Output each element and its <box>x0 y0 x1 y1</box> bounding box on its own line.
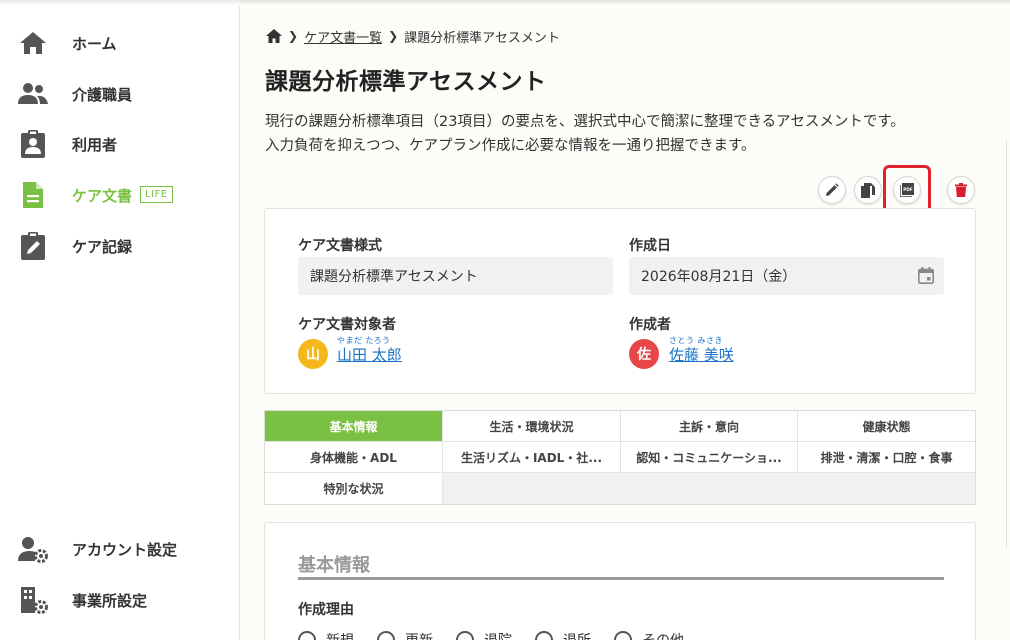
author-ruby: さとう みさき <box>669 336 724 345</box>
main-content: ❯ ケア文書一覧 ❯ 課題分析標準アセスメント 課題分析標準アセスメント 現行の… <box>240 0 1010 640</box>
chevron-right-icon: ❯ <box>288 29 299 43</box>
sidebar-item-label: 介護職員 <box>72 85 133 104</box>
clipboard-user-icon <box>18 130 48 158</box>
tab-special-situation[interactable]: 特別な状況 <box>265 473 443 504</box>
sidebar-item-account-settings[interactable]: アカウント設定 <box>0 527 240 571</box>
radio-new[interactable]: 新規 <box>298 630 354 640</box>
section-divider <box>298 577 944 580</box>
copy-icon <box>861 182 875 198</box>
tab-cognition-communication[interactable]: 認知・コミュニケーショ... <box>621 442 798 473</box>
breadcrumb: ❯ ケア文書一覧 ❯ 課題分析標準アセスメント <box>266 26 560 46</box>
calendar-icon <box>918 267 934 284</box>
radio-circle[interactable] <box>614 631 632 640</box>
tab-health[interactable]: 健康状態 <box>798 411 975 442</box>
radio-label: 退院 <box>484 630 512 640</box>
radio-leave-facility[interactable]: 退所 <box>535 630 591 640</box>
subject-name-link[interactable]: 山田 太郎 <box>337 346 402 364</box>
date-field[interactable]: 2026年08月21日（金） <box>629 257 944 295</box>
people-icon <box>18 80 48 108</box>
breadcrumb-current: 課題分析標準アセスメント <box>404 30 560 46</box>
author-label: 作成者 <box>629 317 671 333</box>
home-icon[interactable] <box>266 29 282 43</box>
tab-living-environment[interactable]: 生活・環境状況 <box>443 411 621 442</box>
sidebar-item-label: 事業所設定 <box>72 591 148 610</box>
document-icon <box>18 181 48 209</box>
avatar: 山 <box>298 339 328 369</box>
sidebar: ホーム 介護職員 利用者 ケア文書 LIFE ケア記録 アカウント設定 事業所設… <box>0 0 240 640</box>
sidebar-item-care-docs[interactable]: ケア文書 LIFE <box>0 173 240 217</box>
tab-basic-info[interactable]: 基本情報 <box>265 411 443 442</box>
pencil-icon <box>826 183 839 196</box>
tab-empty-cell <box>443 473 975 504</box>
description-line: 現行の課題分析標準項目（23項目）の要点を、選択式中心で簡潔に整理できるアセスメ… <box>265 114 905 130</box>
radio-circle[interactable] <box>377 631 395 640</box>
radio-discharge[interactable]: 退院 <box>456 630 512 640</box>
document-info-card: ケア文書様式 課題分析標準アセスメント 作成日 2026年08月21日（金） ケ… <box>264 208 976 394</box>
subject-person[interactable]: やまだ たろう 山田 太郎 <box>337 336 402 364</box>
sidebar-item-label: ケア文書 <box>72 186 133 205</box>
avatar: 佐 <box>629 339 659 369</box>
sidebar-top-shadow <box>0 0 240 6</box>
delete-button[interactable] <box>947 176 975 204</box>
sidebar-item-users[interactable]: 利用者 <box>0 122 240 166</box>
style-label: ケア文書様式 <box>298 238 382 254</box>
radio-renewal[interactable]: 更新 <box>377 630 433 640</box>
reason-label: 作成理由 <box>298 602 354 618</box>
section-tabs: 基本情報 生活・環境状況 主訴・意向 健康状態 身体機能・ADL 生活リズム・I… <box>264 410 976 505</box>
life-badge: LIFE <box>140 186 173 203</box>
copy-button[interactable] <box>854 176 882 204</box>
section-title: 基本情報 <box>298 555 370 576</box>
home-icon <box>18 29 48 57</box>
radio-label: 新規 <box>326 630 354 640</box>
radio-circle[interactable] <box>298 631 316 640</box>
radio-other[interactable]: その他 <box>614 630 684 640</box>
chevron-right-icon: ❯ <box>388 29 399 43</box>
edit-button[interactable] <box>818 176 846 204</box>
sidebar-item-office-settings[interactable]: 事業所設定 <box>0 578 240 622</box>
page-title: 課題分析標準アセスメント <box>265 69 547 95</box>
tab-life-rhythm-iadl[interactable]: 生活リズム・IADL・社... <box>443 442 621 473</box>
pdf-highlight-box <box>883 165 931 213</box>
radio-label: その他 <box>642 630 684 640</box>
sidebar-item-label: アカウント設定 <box>72 540 178 559</box>
tab-physical-adl[interactable]: 身体機能・ADL <box>265 442 443 473</box>
right-divider <box>1006 140 1010 548</box>
sidebar-item-label: 利用者 <box>72 135 118 154</box>
author-person[interactable]: さとう みさき 佐藤 美咲 <box>669 336 734 364</box>
tab-chief-complaint[interactable]: 主訴・意向 <box>621 411 798 442</box>
description-line: 入力負荷を抑えつつ、ケアプラン作成に必要な情報を一通り把握できます。 <box>265 138 756 154</box>
subject-ruby: やまだ たろう <box>337 336 391 345</box>
clipboard-edit-icon <box>18 232 48 260</box>
user-gear-icon <box>18 535 48 563</box>
radio-label: 更新 <box>405 630 433 640</box>
radio-label: 退所 <box>563 630 591 640</box>
building-gear-icon <box>18 586 48 614</box>
subject-label: ケア文書対象者 <box>298 317 396 333</box>
sidebar-item-home[interactable]: ホーム <box>0 21 240 65</box>
top-shadow <box>240 0 1010 5</box>
sidebar-item-care-records[interactable]: ケア記録 <box>0 224 240 268</box>
page-description: 現行の課題分析標準項目（23項目）の要点を、選択式中心で簡潔に整理できるアセスメ… <box>265 110 985 158</box>
breadcrumb-link-list[interactable]: ケア文書一覧 <box>304 27 382 46</box>
tab-excretion-hygiene[interactable]: 排泄・清潔・口腔・食事 <box>798 442 975 473</box>
basic-info-section: 基本情報 作成理由 新規 更新 退院 退所 その他 <box>264 522 976 640</box>
trash-icon <box>955 183 967 197</box>
radio-circle[interactable] <box>535 631 553 640</box>
sidebar-item-label: ケア記録 <box>72 237 133 256</box>
sidebar-item-label: ホーム <box>72 34 117 53</box>
author-name-link[interactable]: 佐藤 美咲 <box>669 346 734 364</box>
sidebar-item-staff[interactable]: 介護職員 <box>0 72 240 116</box>
style-field: 課題分析標準アセスメント <box>298 257 613 295</box>
date-label: 作成日 <box>629 238 671 254</box>
radio-circle[interactable] <box>456 631 474 640</box>
date-value: 2026年08月21日（金） <box>641 269 797 285</box>
